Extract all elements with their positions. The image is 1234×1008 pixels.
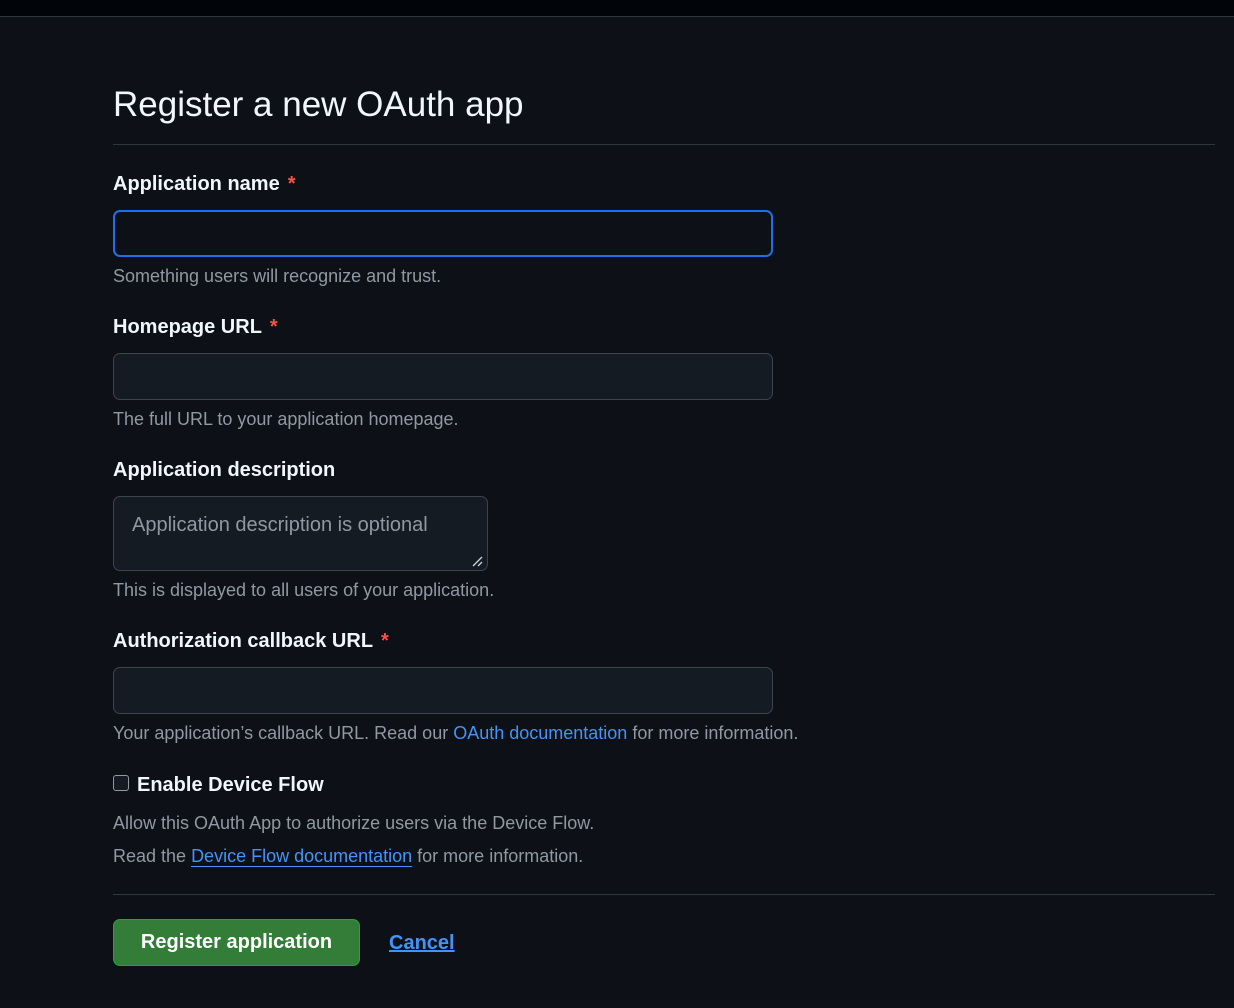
app-name-input[interactable] — [113, 210, 773, 257]
resize-handle-icon[interactable] — [470, 554, 484, 568]
required-mark: * — [287, 173, 296, 195]
device-flow-documentation-link[interactable]: Device Flow documentation — [191, 846, 412, 866]
required-mark: * — [381, 630, 389, 652]
page-title: Register a new OAuth app — [113, 85, 524, 124]
register-application-button[interactable]: Register application — [113, 919, 360, 966]
device-flow-doc-hint: Read the Device Flow documentation for m… — [113, 846, 584, 866]
app-name-label: Application name * — [113, 173, 296, 195]
actions-divider — [113, 894, 1215, 895]
callback-url-input[interactable] — [113, 667, 773, 714]
title-divider — [113, 144, 1215, 145]
enable-device-flow-checkbox[interactable] — [113, 775, 129, 791]
homepage-url-input[interactable] — [113, 353, 773, 400]
device-flow-row: Enable Device Flow — [113, 772, 324, 798]
top-bar — [0, 0, 1234, 17]
description-hint: This is displayed to all users of your a… — [113, 580, 495, 600]
device-flow-hint: Allow this OAuth App to authorize users … — [113, 813, 595, 833]
enable-device-flow-label[interactable]: Enable Device Flow — [137, 774, 324, 797]
description-textarea[interactable] — [113, 496, 488, 571]
app-name-hint: Something users will recognize and trust… — [113, 266, 442, 286]
homepage-url-hint: The full URL to your application homepag… — [113, 409, 459, 429]
oauth-documentation-link[interactable]: OAuth documentation — [453, 723, 627, 743]
homepage-url-label: Homepage URL * — [113, 316, 278, 338]
callback-url-label: Authorization callback URL * — [113, 630, 389, 652]
description-label: Application description — [113, 459, 336, 481]
required-mark: * — [269, 316, 278, 338]
callback-url-hint: Your application’s callback URL. Read ou… — [113, 723, 799, 743]
cancel-link[interactable]: Cancel — [389, 931, 455, 955]
